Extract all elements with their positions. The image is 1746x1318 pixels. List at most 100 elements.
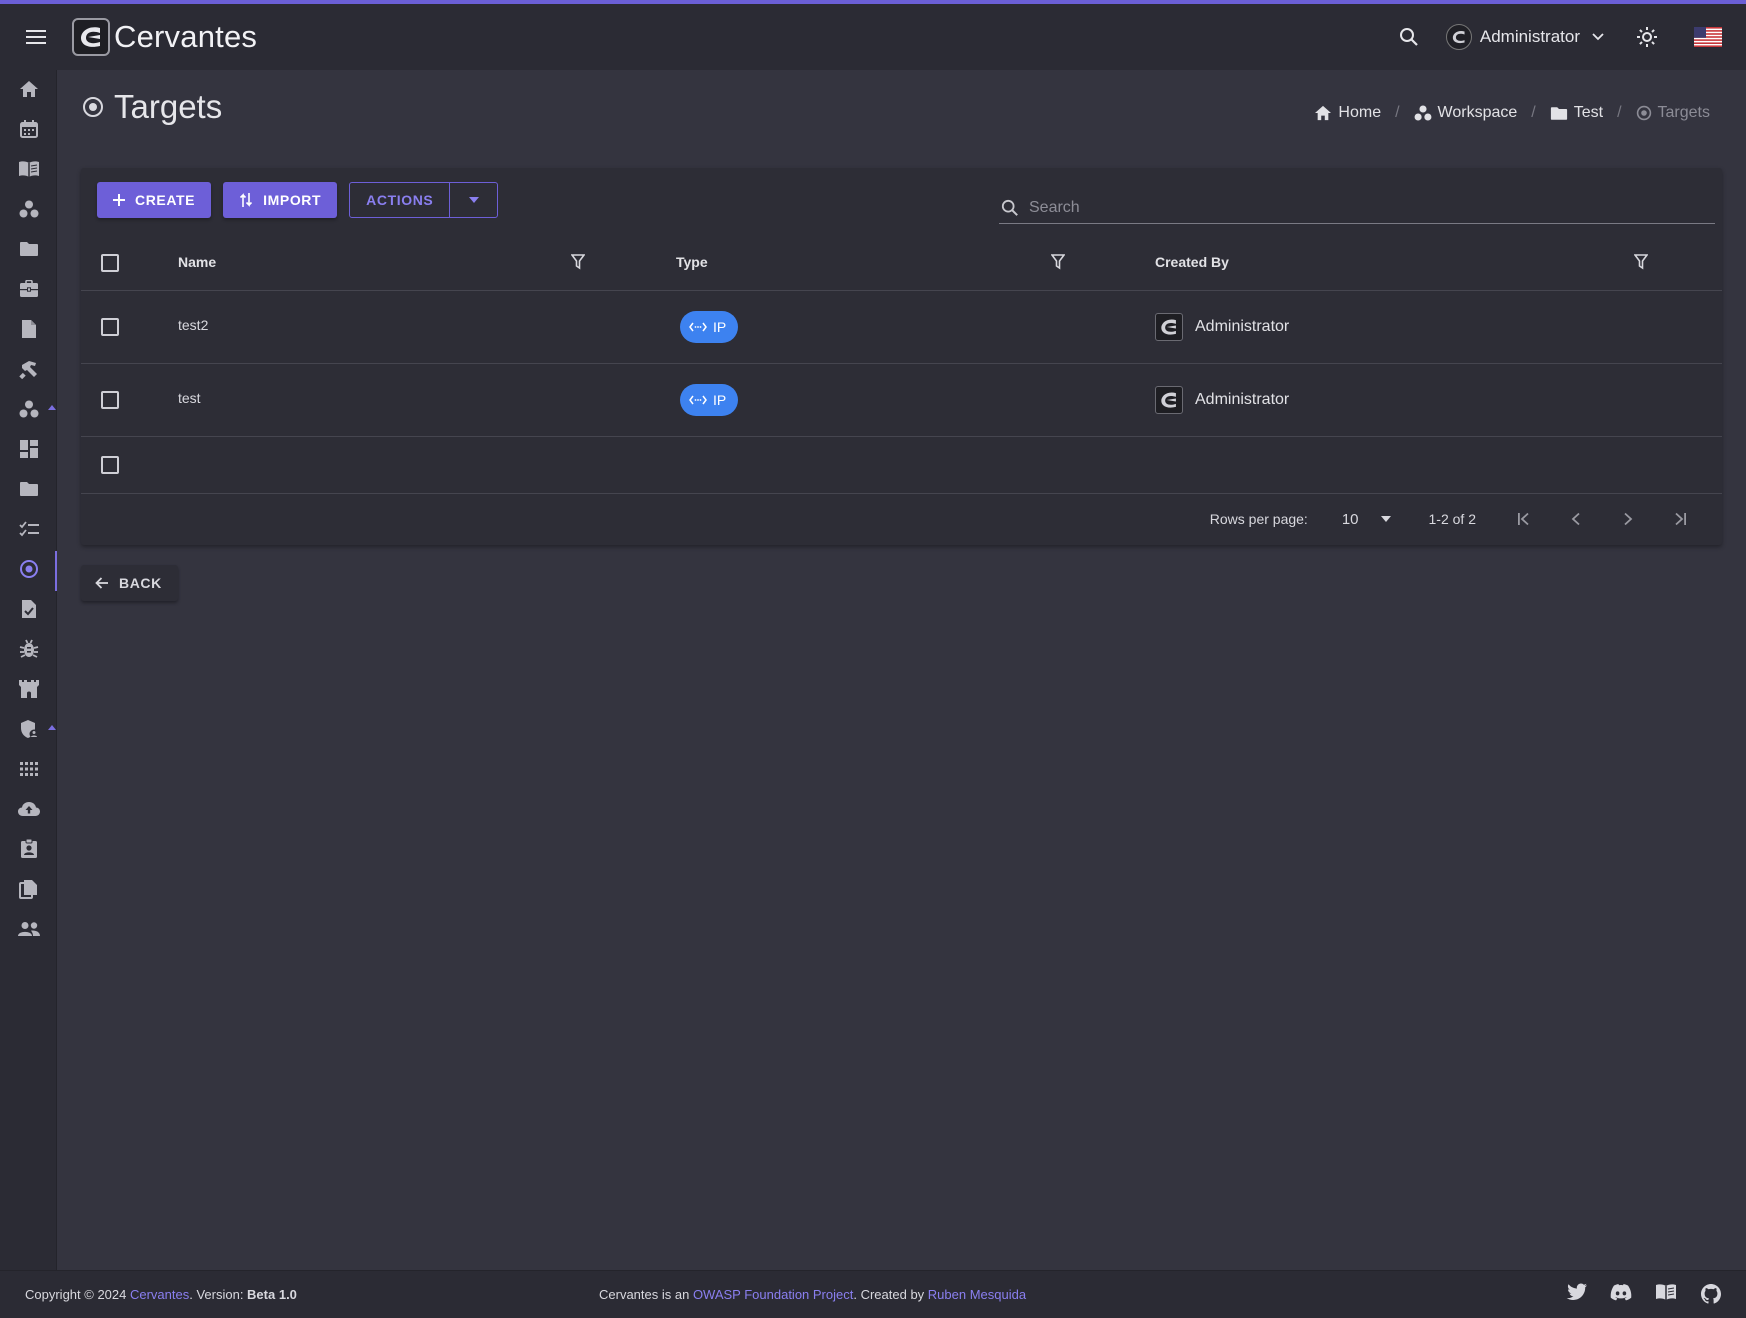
workspace-icon <box>19 400 38 418</box>
table-row-empty <box>81 437 1722 494</box>
toolbar: CREATE IMPORT ACTIONS <box>97 182 499 218</box>
author-link[interactable]: Ruben Mesquida <box>928 1287 1026 1302</box>
sidebar-item-reports[interactable] <box>0 591 57 627</box>
actions-split-button: ACTIONS <box>349 182 499 218</box>
twitter-icon[interactable] <box>1566 1283 1588 1305</box>
back-button-label: BACK <box>119 575 162 591</box>
plus-icon <box>113 194 125 206</box>
table-header: Name Type Created By <box>81 236 1722 291</box>
task-document-icon <box>21 600 36 618</box>
select-all-checkbox[interactable] <box>101 254 119 272</box>
filter-icon[interactable] <box>1050 254 1066 275</box>
user-menu[interactable]: Administrator <box>1445 24 1604 50</box>
filter-icon[interactable] <box>570 254 586 275</box>
target-icon <box>1636 105 1651 121</box>
sidebar-item-users[interactable] <box>0 911 57 947</box>
app-name: Cervantes <box>114 19 258 54</box>
sidebar-item-workspace[interactable] <box>0 391 57 427</box>
type-chip[interactable]: IP <box>680 384 739 416</box>
target-icon <box>19 560 38 578</box>
home-icon <box>1315 105 1332 121</box>
us-flag-icon[interactable] <box>1694 27 1722 47</box>
target-name: test <box>178 390 201 406</box>
sidebar-item-vulnerabilities[interactable] <box>0 631 57 667</box>
home-icon <box>19 81 38 97</box>
table-row[interactable]: test2 IP Administrator <box>81 291 1722 364</box>
column-header-type[interactable]: Type <box>676 254 708 270</box>
type-chip[interactable]: IP <box>680 311 739 343</box>
table-row[interactable]: test IP Administrator <box>81 364 1722 437</box>
actions-button[interactable]: ACTIONS <box>350 183 449 217</box>
sidebar-item-security[interactable] <box>0 711 57 747</box>
sidebar-item-knowledge-base[interactable] <box>0 671 57 707</box>
sidebar-item-targets[interactable] <box>0 551 57 591</box>
collapse-caret-icon <box>48 725 56 730</box>
first-page-icon[interactable] <box>1498 512 1550 526</box>
checklist-icon <box>18 521 39 537</box>
github-icon[interactable] <box>1700 1283 1722 1305</box>
actions-dropdown-button[interactable] <box>449 183 497 217</box>
row-checkbox[interactable] <box>101 456 119 474</box>
targets-card: CREATE IMPORT ACTIONS Name Type C <box>81 168 1722 545</box>
sidebar-item-user-profile[interactable] <box>0 831 57 867</box>
page-title: Targets <box>82 88 222 126</box>
app-bar: Cervantes Administrator <box>0 4 1746 70</box>
footer-credits: Cervantes is an OWASP Foundation Project… <box>599 1287 1026 1302</box>
column-header-created-by[interactable]: Created By <box>1155 254 1229 270</box>
shield-user-icon <box>20 720 38 739</box>
created-by: Administrator <box>1155 313 1289 341</box>
previous-page-icon[interactable] <box>1550 512 1602 526</box>
filter-icon[interactable] <box>1633 254 1649 275</box>
rows-per-page-value: 10 <box>1341 510 1359 528</box>
search-icon <box>1001 199 1018 216</box>
app-logo[interactable]: Cervantes <box>72 18 257 56</box>
discord-icon[interactable] <box>1610 1283 1632 1305</box>
import-button[interactable]: IMPORT <box>223 182 338 218</box>
breadcrumb-project[interactable]: Test <box>1550 104 1603 122</box>
chevron-down-icon <box>1592 33 1604 41</box>
row-checkbox[interactable] <box>101 318 119 336</box>
user-avatar <box>1155 313 1183 341</box>
footer: Copyright © 2024 Cervantes. Version: Bet… <box>0 1270 1746 1318</box>
sidebar-item-home[interactable] <box>0 71 57 107</box>
sidebar-item-upload[interactable] <box>0 791 57 827</box>
sidebar-item-folder[interactable] <box>0 471 57 507</box>
document-icon <box>21 320 36 338</box>
sidebar-item-clients[interactable] <box>0 271 57 307</box>
apps-grid-icon <box>19 762 38 776</box>
folder-icon <box>19 242 38 256</box>
breadcrumb-label: Test <box>1573 104 1604 121</box>
search-icon[interactable] <box>1394 22 1424 52</box>
breadcrumb-home[interactable]: Home <box>1314 104 1381 122</box>
sidebar-item-projects[interactable] <box>0 231 57 267</box>
sidebar-item-templates[interactable] <box>0 871 57 907</box>
hamburger-menu-icon[interactable] <box>0 4 72 70</box>
search-input[interactable] <box>1029 198 1689 217</box>
users-icon <box>17 922 40 936</box>
created-by: Administrator <box>1155 386 1289 414</box>
sidebar-item-tasks[interactable] <box>0 351 57 387</box>
caret-down-icon <box>1380 516 1391 522</box>
next-page-icon[interactable] <box>1602 512 1654 526</box>
row-checkbox[interactable] <box>101 391 119 409</box>
create-button[interactable]: CREATE <box>97 182 212 218</box>
theme-toggle-sun-icon[interactable] <box>1632 22 1662 52</box>
rows-per-page-select[interactable]: 10 <box>1342 511 1391 528</box>
owasp-link[interactable]: OWASP Foundation Project <box>693 1287 853 1302</box>
last-page-icon[interactable] <box>1654 512 1706 526</box>
sidebar-item-workspaces[interactable] <box>0 191 57 227</box>
sidebar-item-calendar[interactable] <box>0 111 57 147</box>
import-arrows-icon <box>240 193 253 207</box>
back-button[interactable]: BACK <box>81 565 178 601</box>
sidebar-item-apps[interactable] <box>0 751 57 787</box>
sidebar-item-checklists[interactable] <box>0 511 57 547</box>
documentation-book-icon[interactable] <box>1654 1283 1678 1305</box>
sidebar-item-documents[interactable] <box>0 311 57 347</box>
workspaces-icon <box>19 200 38 218</box>
sidebar-item-dashboard[interactable] <box>0 431 57 467</box>
cervantes-link[interactable]: Cervantes <box>130 1287 189 1302</box>
sidebar-item-vault[interactable] <box>0 151 57 187</box>
created-by-text: . Created by <box>853 1287 928 1302</box>
column-header-name[interactable]: Name <box>178 254 216 270</box>
breadcrumb-workspace[interactable]: Workspace <box>1414 104 1517 122</box>
